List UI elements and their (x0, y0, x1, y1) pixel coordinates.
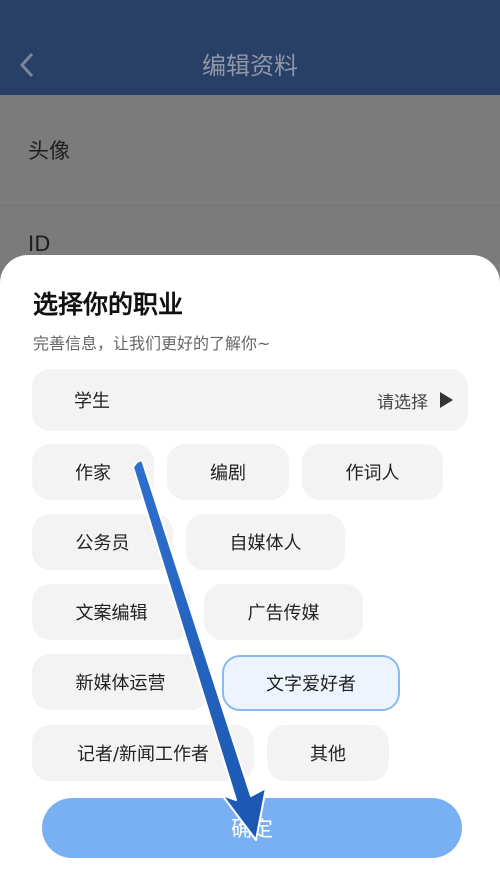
avatar-row-label: 头像 (28, 139, 70, 163)
select-prompt: 请选择 (377, 393, 428, 413)
row-divider (0, 205, 500, 206)
confirm-button[interactable]: 确定 (42, 798, 462, 858)
option-screenwriter[interactable]: 编剧 (167, 444, 289, 500)
option-literature-lover[interactable]: 文字爱好者 (222, 655, 400, 711)
option-journalist[interactable]: 记者/新闻工作者 (32, 725, 254, 781)
top-bar: 编辑资料 (0, 0, 500, 95)
sheet-subtitle: 完善信息，让我们更好的了解你~ (33, 334, 271, 353)
option-civil-servant[interactable]: 公务员 (32, 514, 173, 570)
option-other[interactable]: 其他 (267, 725, 389, 781)
current-occupation-row[interactable]: 学生 请选择 (32, 369, 468, 431)
sheet-title: 选择你的职业 (33, 290, 184, 319)
option-advertising-media[interactable]: 广告传媒 (204, 584, 363, 640)
current-occupation-label: 学生 (74, 391, 110, 412)
page-title: 编辑资料 (202, 52, 298, 80)
play-triangle-icon (440, 392, 453, 408)
option-self-media[interactable]: 自媒体人 (186, 514, 345, 570)
option-lyricist[interactable]: 作词人 (302, 444, 443, 500)
option-writer[interactable]: 作家 (32, 444, 154, 500)
occupation-sheet: 选择你的职业 完善信息，让我们更好的了解你~ 学生 请选择 作家 编剧 作词人 … (0, 255, 500, 889)
option-new-media-ops[interactable]: 新媒体运营 (32, 654, 209, 710)
id-row-label: ID (28, 232, 51, 256)
option-copy-editor[interactable]: 文案编辑 (32, 584, 191, 640)
